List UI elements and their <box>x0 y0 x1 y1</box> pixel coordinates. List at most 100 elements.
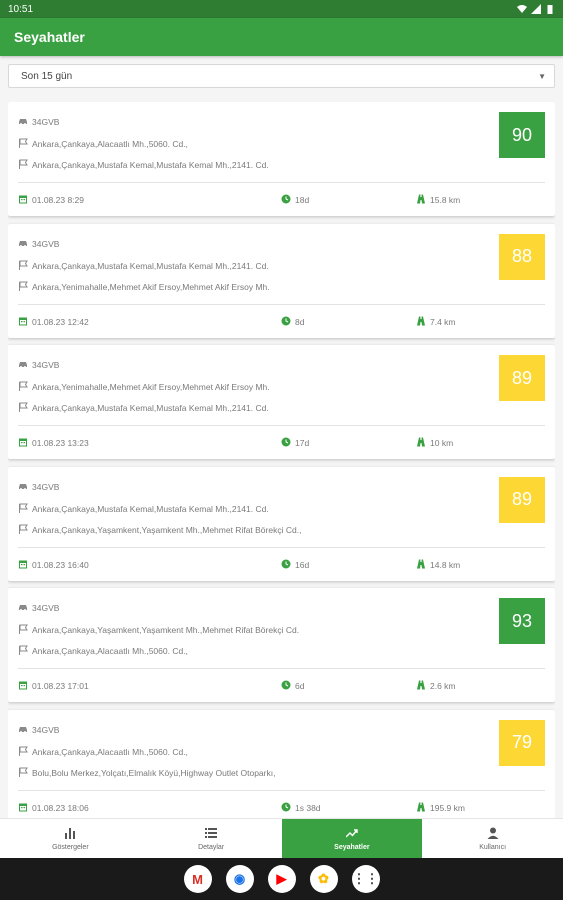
calendar-icon <box>18 437 28 449</box>
trip-duration: 8d <box>281 316 304 328</box>
divider <box>18 425 545 426</box>
flag-icon <box>18 402 28 414</box>
trip-card[interactable]: 34GVB Ankara,Çankaya,Yaşamkent,Yaşamkent… <box>8 588 555 702</box>
end-address-row: Ankara,Çankaya,Alacaatlı Mh.,5060. Cd., <box>18 645 188 657</box>
trip-duration: 6d <box>281 680 304 692</box>
trip-card[interactable]: 34GVB Ankara,Çankaya,Alacaatlı Mh.,5060.… <box>8 709 555 818</box>
car-icon <box>18 602 28 614</box>
driving-score-badge: 88 <box>499 233 545 280</box>
trip-date-text: 01.08.23 17:01 <box>32 681 89 691</box>
trip-distance-text: 14.8 km <box>430 559 461 570</box>
trip-duration: 17d <box>281 437 309 449</box>
driving-score: 79 <box>511 732 533 752</box>
vehicle-plate: 34GVB <box>32 360 60 370</box>
status-bar: 10:51 <box>0 0 563 18</box>
calendar-icon <box>18 559 28 571</box>
nav-item-detaylar[interactable]: Detaylar <box>141 819 282 858</box>
trip-duration-text: 8d <box>295 316 305 327</box>
trip-date: 01.08.23 16:40 <box>18 559 89 571</box>
apps-icon[interactable]: ⋮⋮ <box>351 865 380 893</box>
flag-icon <box>18 281 28 293</box>
start-address: Ankara,Çankaya,Mustafa Kemal,Mustafa Kem… <box>32 260 269 271</box>
dock-glyph: ✿ <box>318 871 329 886</box>
date-range-select[interactable]: Son 15 gün ▼ <box>8 64 555 88</box>
road-icon <box>416 559 426 571</box>
trip-card[interactable]: 34GVB Ankara,Yenimahalle,Mehmet Akif Ers… <box>8 345 555 459</box>
trip-card[interactable]: 34GVB Ankara,Çankaya,Mustafa Kemal,Musta… <box>8 466 555 581</box>
flag-icon <box>18 138 28 150</box>
vehicle-plate: 34GVB <box>32 481 60 492</box>
nav-item-label: Kullanıcı <box>479 843 507 851</box>
divider <box>18 668 545 669</box>
driving-score: 89 <box>511 489 533 509</box>
clock-icon <box>281 437 291 449</box>
trip-list[interactable]: 34GVB Ankara,Çankaya,Alacaatlı Mh.,5060.… <box>8 102 555 818</box>
system-dock: M ◉ ▶ ✿ ⋮⋮ <box>0 858 563 900</box>
dock-glyph: ◉ <box>233 871 246 886</box>
start-address: Ankara,Çankaya,Yaşamkent,Yaşamkent Mh.,M… <box>32 625 300 635</box>
nav-item-göstergeler[interactable]: Göstergeler <box>0 819 141 858</box>
car-icon <box>18 359 28 371</box>
nav-item-label: Göstergeler <box>52 843 89 851</box>
trip-distance: 10 km <box>416 437 453 449</box>
battery-icon <box>547 5 553 14</box>
start-address-row: Ankara,Çankaya,Yaşamkent,Yaşamkent Mh.,M… <box>18 624 299 636</box>
end-address: Ankara,Çankaya,Yaşamkent,Yaşamkent Mh.,M… <box>32 524 302 535</box>
gmail-icon[interactable]: M <box>183 865 212 893</box>
start-address-row: Ankara,Çankaya,Mustafa Kemal,Mustafa Kem… <box>18 503 269 515</box>
vehicle-plate: 34GVB <box>32 603 60 613</box>
calendar-icon <box>18 802 28 814</box>
status-time: 10:51 <box>8 3 34 15</box>
photos-icon[interactable]: ✿ <box>309 865 338 893</box>
road-icon <box>416 194 426 206</box>
nav-item-kullanıcı[interactable]: Kullanıcı <box>422 819 563 858</box>
chrome-icon[interactable]: ◉ <box>225 865 254 893</box>
trip-date-text: 01.08.23 13:23 <box>32 438 89 448</box>
flag-icon <box>18 624 28 636</box>
clock-icon <box>281 194 291 206</box>
driving-score: 93 <box>511 610 533 631</box>
end-address: Ankara,Çankaya,Mustafa Kemal,Mustafa Kem… <box>32 403 269 413</box>
vehicle-plate: 34GVB <box>32 117 60 127</box>
trip-distance-text: 2.6 km <box>430 681 456 691</box>
start-address: Ankara,Çankaya,Mustafa Kemal,Mustafa Kem… <box>32 503 269 514</box>
trip-distance: 195.9 km <box>416 802 465 814</box>
trip-duration-text: 16d <box>295 559 310 570</box>
trip-card[interactable]: 34GVB Ankara,Çankaya,Mustafa Kemal,Musta… <box>8 223 555 338</box>
trip-duration: 16d <box>281 559 309 571</box>
trip-date-text: 01.08.23 8:29 <box>32 195 84 205</box>
trip-date: 01.08.23 12:42 <box>18 316 89 328</box>
divider <box>18 546 545 548</box>
end-address-row: Ankara,Çankaya,Mustafa Kemal,Mustafa Kem… <box>18 402 269 414</box>
car-icon <box>18 116 28 128</box>
person-icon <box>487 827 499 841</box>
trip-date: 01.08.23 8:29 <box>18 194 84 206</box>
wifi-icon <box>517 5 527 13</box>
nav-item-seyahatler[interactable]: Seyahatler <box>281 819 423 858</box>
trip-duration-text: 1s 38d <box>295 802 321 813</box>
trip-date-text: 01.08.23 16:40 <box>32 559 89 570</box>
trip-duration-text: 17d <box>295 438 310 448</box>
trip-distance-text: 15.8 km <box>430 195 461 205</box>
trip-distance-text: 195.9 km <box>430 802 465 813</box>
flag-icon <box>18 159 28 171</box>
vehicle-plate: 34GVB <box>32 238 60 249</box>
dock-glyph: ▶ <box>276 871 287 886</box>
vehicle-row: 34GVB <box>18 238 59 250</box>
youtube-icon[interactable]: ▶ <box>267 865 296 893</box>
date-range-value: Son 15 gün <box>21 70 73 82</box>
end-address: Ankara,Yenimahalle,Mehmet Akif Ersoy,Meh… <box>32 281 270 292</box>
list-icon <box>205 827 218 841</box>
status-icons <box>517 4 555 14</box>
trip-card[interactable]: 34GVB Ankara,Çankaya,Alacaatlı Mh.,5060.… <box>8 102 555 216</box>
divider <box>18 182 545 183</box>
trip-distance-text: 7.4 km <box>430 316 456 327</box>
driving-score: 90 <box>511 124 533 145</box>
nav-item-label: Seyahatler <box>334 843 370 851</box>
trip-date-text: 01.08.23 12:42 <box>32 316 89 327</box>
page-title: Seyahatler <box>14 29 85 45</box>
end-address-row: Ankara,Yenimahalle,Mehmet Akif Ersoy,Meh… <box>18 281 270 293</box>
start-address-row: Ankara,Yenimahalle,Mehmet Akif Ersoy,Meh… <box>18 381 270 393</box>
driving-score: 89 <box>511 367 533 388</box>
road-icon <box>416 680 426 692</box>
